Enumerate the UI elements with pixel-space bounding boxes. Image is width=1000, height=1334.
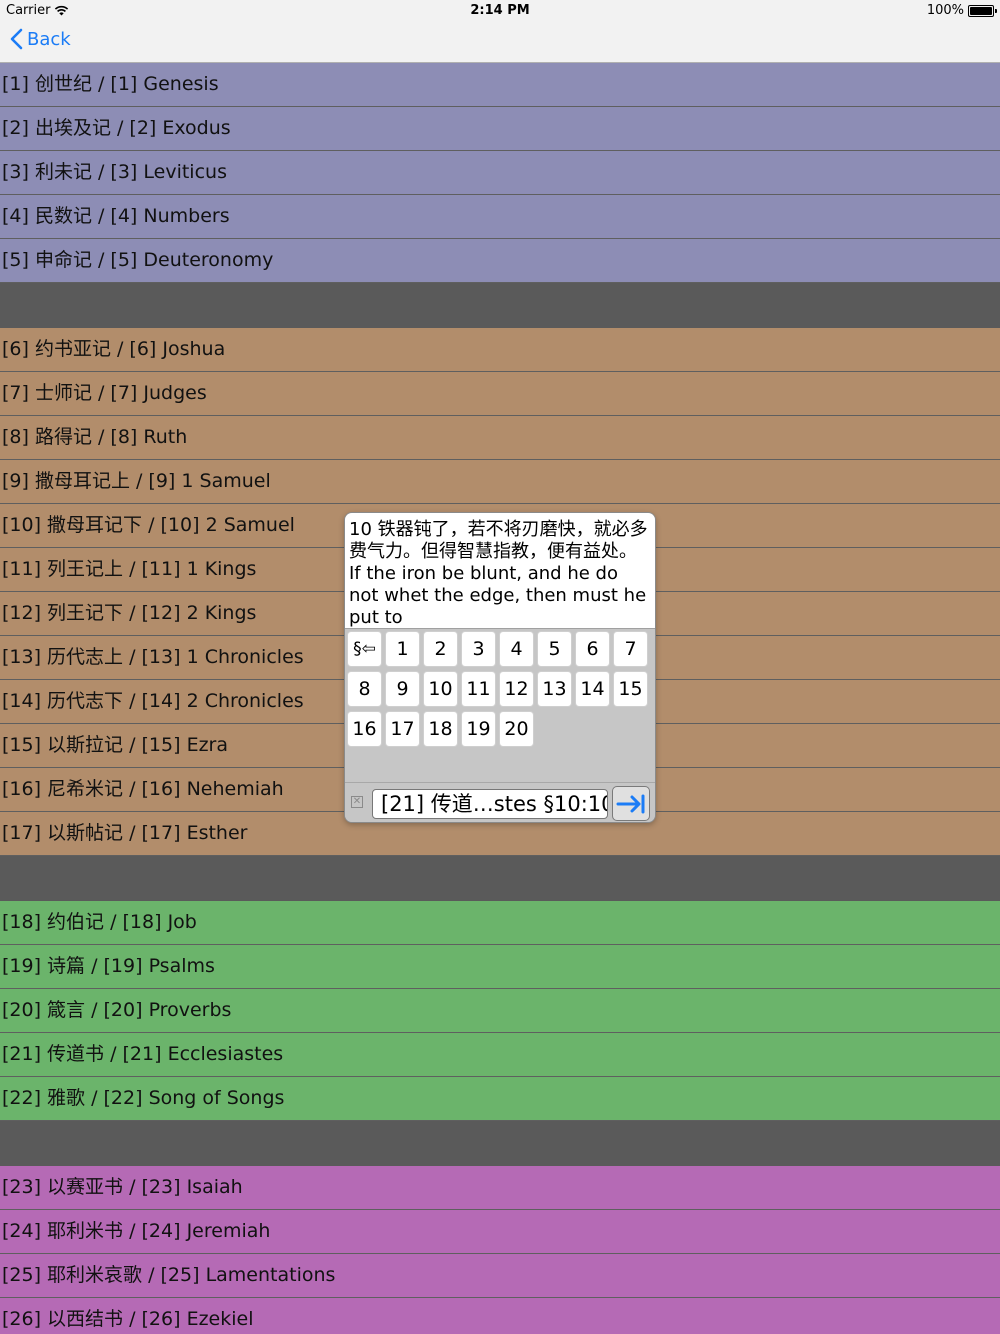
key-13[interactable]: 13 — [537, 671, 572, 707]
book-row-judges[interactable]: [7] 士师记 / [7] Judges — [0, 372, 1000, 416]
book-row-song-of-songs[interactable]: [22] 雅歌 / [22] Song of Songs — [0, 1077, 1000, 1121]
battery-icon — [968, 4, 997, 17]
key-4[interactable]: 4 — [499, 631, 534, 667]
key-12[interactable]: 12 — [499, 671, 534, 707]
back-label: Back — [27, 28, 71, 50]
book-row-genesis[interactable]: [1] 创世纪 / [1] Genesis — [0, 63, 1000, 107]
verse-keypad: §⇦ 1 2 3 4 5 6 7 8 9 10 11 12 13 14 15 1… — [345, 629, 655, 782]
verse-text-chinese: 10 铁器钝了，若不将刃磨快，就必多费气力。但得智慧指教，便有益处。 — [349, 519, 648, 562]
clear-icon[interactable]: ✕ — [351, 796, 363, 808]
book-row-exodus[interactable]: [2] 出埃及记 / [2] Exodus — [0, 107, 1000, 151]
book-row-1-samuel[interactable]: [9] 撒母耳记上 / [9] 1 Samuel — [0, 460, 1000, 504]
battery-percent: 100% — [926, 3, 964, 18]
group-separator — [0, 856, 1000, 901]
book-row-lamentations[interactable]: [25] 耶利米哀歌 / [25] Lamentations — [0, 1254, 1000, 1298]
book-row-ezekiel[interactable]: [26] 以西结书 / [26] Ezekiel — [0, 1298, 1000, 1334]
book-row-leviticus[interactable]: [3] 利未记 / [3] Leviticus — [0, 151, 1000, 195]
key-15[interactable]: 15 — [613, 671, 648, 707]
key-back-section[interactable]: §⇦ — [347, 631, 382, 667]
book-row-ruth[interactable]: [8] 路得记 / [8] Ruth — [0, 416, 1000, 460]
reference-input[interactable]: [21] 传道…stes §10:10 — [372, 789, 608, 819]
key-9[interactable]: 9 — [385, 671, 420, 707]
status-bar: Carrier 2:14 PM 100% — [0, 0, 1000, 22]
group-wisdom: [18] 约伯记 / [18] Job [19] 诗篇 / [19] Psalm… — [0, 901, 1000, 1121]
book-row-ecclesiastes[interactable]: [21] 传道书 / [21] Ecclesiastes — [0, 1033, 1000, 1077]
verse-text-english: If the iron be blunt, and he do not whet… — [349, 563, 647, 628]
key-2[interactable]: 2 — [423, 631, 458, 667]
key-3[interactable]: 3 — [461, 631, 496, 667]
key-10[interactable]: 10 — [423, 671, 458, 707]
book-row-psalms[interactable]: [19] 诗篇 / [19] Psalms — [0, 945, 1000, 989]
book-row-jeremiah[interactable]: [24] 耶利米书 / [24] Jeremiah — [0, 1210, 1000, 1254]
group-separator — [0, 283, 1000, 328]
back-button[interactable]: Back — [10, 28, 71, 50]
reference-input-bar: ✕ [21] 传道…stes §10:10 — [345, 782, 655, 822]
status-right: 100% — [926, 3, 997, 18]
group-separator — [0, 1121, 1000, 1166]
navigation-bar: Back — [0, 22, 1000, 63]
key-17[interactable]: 17 — [385, 711, 420, 747]
book-row-numbers[interactable]: [4] 民数记 / [4] Numbers — [0, 195, 1000, 239]
key-18[interactable]: 18 — [423, 711, 458, 747]
status-time: 2:14 PM — [470, 3, 530, 18]
chevron-left-icon — [10, 28, 23, 50]
verse-picker-popup: 10 铁器钝了，若不将刃磨快，就必多费气力。但得智慧指教，便有益处。 If th… — [344, 512, 656, 823]
key-11[interactable]: 11 — [461, 671, 496, 707]
key-20[interactable]: 20 — [499, 711, 534, 747]
arrow-to-right-icon — [616, 794, 645, 813]
book-row-proverbs[interactable]: [20] 箴言 / [20] Proverbs — [0, 989, 1000, 1033]
book-row-isaiah[interactable]: [23] 以赛亚书 / [23] Isaiah — [0, 1166, 1000, 1210]
key-8[interactable]: 8 — [347, 671, 382, 707]
key-16[interactable]: 16 — [347, 711, 382, 747]
key-6[interactable]: 6 — [575, 631, 610, 667]
key-1[interactable]: 1 — [385, 631, 420, 667]
book-row-deuteronomy[interactable]: [5] 申命记 / [5] Deuteronomy — [0, 239, 1000, 283]
key-7[interactable]: 7 — [613, 631, 648, 667]
group-prophets: [23] 以赛亚书 / [23] Isaiah [24] 耶利米书 / [24]… — [0, 1166, 1000, 1334]
go-button[interactable] — [612, 786, 650, 821]
verse-preview[interactable]: 10 铁器钝了，若不将刃磨快，就必多费气力。但得智慧指教，便有益处。 If th… — [345, 513, 655, 629]
key-5[interactable]: 5 — [537, 631, 572, 667]
book-row-job[interactable]: [18] 约伯记 / [18] Job — [0, 901, 1000, 945]
key-19[interactable]: 19 — [461, 711, 496, 747]
book-row-joshua[interactable]: [6] 约书亚记 / [6] Joshua — [0, 328, 1000, 372]
group-law: [1] 创世纪 / [1] Genesis [2] 出埃及记 / [2] Exo… — [0, 63, 1000, 283]
key-14[interactable]: 14 — [575, 671, 610, 707]
